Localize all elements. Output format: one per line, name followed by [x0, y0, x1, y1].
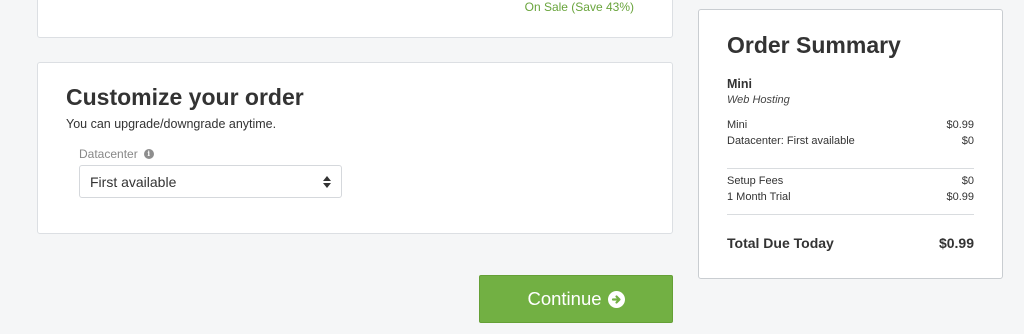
datacenter-label-row: Datacenter i	[79, 147, 154, 161]
summary-fee-item: Setup Fees $0	[727, 175, 974, 187]
order-summary-panel: Order Summary Mini Web Hosting Mini $0.9…	[698, 9, 1003, 279]
summary-divider	[727, 214, 974, 215]
total-due-row: Total Due Today $0.99	[727, 235, 974, 251]
customize-title: Customize your order	[66, 84, 304, 110]
product-group: Web Hosting	[727, 94, 790, 106]
total-label: Total Due Today	[727, 235, 834, 251]
datacenter-label: Datacenter	[79, 147, 138, 161]
summary-divider	[727, 168, 974, 169]
line-label: Mini	[727, 119, 748, 131]
total-amount: $0.99	[938, 235, 974, 251]
fee-amount: $0	[961, 175, 974, 187]
line-label: Datacenter: First available	[727, 135, 855, 147]
fee-label: Setup Fees	[727, 175, 784, 187]
order-summary-title: Order Summary	[727, 32, 901, 58]
line-amount: $0.99	[946, 119, 974, 131]
continue-button-label: Continue	[527, 288, 602, 309]
datacenter-select-value: First available	[90, 173, 177, 190]
summary-fee-item: 1 Month Trial $0.99	[727, 191, 974, 203]
summary-line-item: Mini $0.99	[727, 119, 974, 131]
fee-label: 1 Month Trial	[727, 191, 791, 203]
product-name: Mini	[727, 77, 752, 91]
customize-subtitle: You can upgrade/downgrade anytime.	[66, 117, 277, 131]
datacenter-select[interactable]: First available	[79, 165, 342, 198]
product-config-panel: On Sale (Save 43%)	[37, 0, 673, 38]
sale-badge-text: On Sale (Save 43%)	[524, 0, 634, 14]
line-amount: $0	[961, 135, 974, 147]
summary-line-item: Datacenter: First available $0	[727, 135, 974, 147]
arrow-circle-right-icon	[607, 290, 625, 308]
info-icon[interactable]: i	[143, 149, 154, 159]
continue-button[interactable]: Continue	[479, 275, 673, 323]
fee-amount: $0.99	[946, 191, 974, 203]
customize-order-panel: Customize your order You can upgrade/dow…	[37, 62, 673, 234]
sort-arrows-icon	[323, 175, 331, 188]
